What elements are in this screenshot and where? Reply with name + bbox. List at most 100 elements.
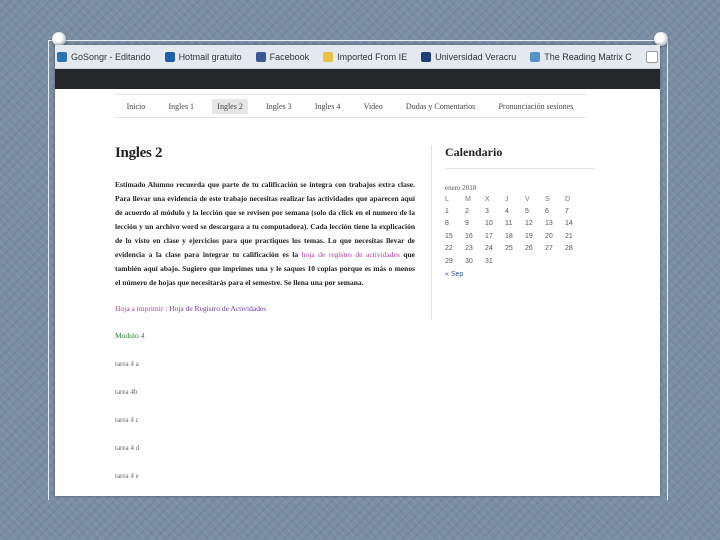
calendar-day [565, 255, 585, 268]
bookmark-item[interactable]: Universidad Veracru [419, 51, 517, 62]
task-list: tarea 4 a tarea 4b tarea 4 c tarea 4 d tarea… [115, 360, 415, 480]
calendar-day: 10 [485, 220, 493, 228]
bookmark-label: Facebook [269, 51, 310, 62]
nav-item[interactable]: Video [359, 99, 388, 114]
frame-line-right [667, 40, 668, 500]
nav-item[interactable]: Ingles 2 [212, 98, 248, 114]
bookmarks-bar: GoSongr - Editando Hotmail gratuito Facebo… [55, 45, 660, 69]
calendar-day: 26 [525, 245, 533, 253]
calendar-weekday: D [565, 195, 571, 203]
nav-item[interactable]: Ingles 1 [164, 99, 200, 114]
calendar-day: 5 [525, 207, 529, 215]
calendar-day: 9 [465, 220, 469, 228]
bookmark-item[interactable]: Retinguística Aplicad [644, 50, 660, 63]
calendar-day: 29 [445, 257, 453, 265]
calendar-weekday: V [525, 195, 530, 203]
calendar-day: 21 [565, 232, 573, 240]
bookmark-item[interactable]: GoSongr - Editando [55, 51, 151, 62]
bookmark-label: Imported From IE [337, 51, 408, 62]
intro-text-1: Estimado Alumno recuerda que parte de tu… [115, 180, 415, 259]
globe-icon [530, 51, 541, 62]
bookmark-item[interactable]: Hotmail gratuito [163, 51, 242, 62]
gosongr-icon [57, 51, 67, 62]
calendar-weekday: X [485, 195, 490, 203]
calendar-caption: enero 2018 [445, 184, 477, 192]
content-divider [431, 145, 432, 320]
calendar-day: 1 [445, 207, 449, 215]
bookmark-item[interactable]: Facebook [254, 51, 310, 62]
bookmark-item[interactable]: The Reading Matrix C [528, 51, 632, 62]
calendar-week: 8 9 10 11 12 13 14 [445, 218, 585, 231]
frame-line-left [48, 40, 49, 500]
print-sheet-line: Hoja a imprimir : Hoja de Registro de Ac… [115, 304, 415, 313]
calendar-day: 27 [545, 245, 553, 253]
calendar-week: 29 30 31 [445, 255, 585, 268]
folder-icon [323, 51, 334, 62]
nav-item[interactable]: Dudas y Comentarios [401, 99, 480, 114]
bookmark-label: The Reading Matrix C [544, 51, 632, 62]
task-link[interactable]: tarea 4 d [115, 444, 415, 452]
calendar-day: 23 [465, 245, 473, 253]
page-icon [645, 50, 658, 63]
calendar-weekday: L [445, 195, 449, 203]
calendar-day: 3 [485, 207, 489, 215]
calendar-days: 1 2 3 4 5 6 7 8 9 10 11 12 13 14 15 16 17 18 19 20 21 22 23 24 2… [445, 205, 585, 268]
frame-line-top [48, 40, 668, 41]
site-header-bar [55, 69, 660, 89]
calendar-day [525, 255, 545, 268]
task-link[interactable]: tarea 4b [115, 388, 415, 396]
calendar-week: 15 16 17 18 19 20 21 [445, 230, 585, 243]
bookmark-label: GoSongr - Editando [71, 51, 151, 62]
task-link[interactable]: tarea 4 a [115, 360, 415, 368]
calendar-day: 14 [565, 220, 573, 228]
calendar-day: 16 [465, 232, 473, 240]
calendar-day: 18 [505, 232, 513, 240]
calendar-day: 22 [445, 245, 453, 253]
calendar-day: 24 [485, 245, 493, 253]
calendar-prev-link[interactable]: « Sep [445, 271, 595, 278]
facebook-icon [255, 51, 266, 62]
intro-paragraph: Estimado Alumno recuerda que parte de tu… [115, 178, 415, 290]
nav-item[interactable]: Pronunciación sesiones [493, 99, 578, 114]
calendar-weekdays: LMXJVSD [445, 193, 585, 205]
nav-item[interactable]: Ingles 4 [310, 99, 346, 114]
task-link[interactable]: tarea 4 e [115, 472, 415, 480]
calendar-day: 31 [485, 257, 493, 265]
calendar-day: 30 [465, 257, 473, 265]
calendar-weekday: J [505, 195, 509, 203]
calendar-day: 11 [505, 220, 513, 228]
calendar-weekday: S [545, 195, 550, 203]
calendar-day: 20 [545, 232, 553, 240]
print-sheet-label: Hoja a imprimir : [115, 304, 168, 313]
calendar-day: 8 [445, 220, 449, 228]
calendar-day: 15 [445, 232, 453, 240]
bookmark-label: Universidad Veracru [435, 51, 517, 62]
calendar-day [505, 255, 525, 268]
site-nav: Inicio Ingles 1 Ingles 2 Ingles 3 Ingles 4 Vi… [115, 94, 585, 118]
calendar-day: 4 [505, 207, 509, 215]
pin-icon-right [654, 32, 668, 46]
calendar-day: 28 [565, 245, 573, 253]
calendar-day: 2 [465, 207, 469, 215]
nav-item[interactable]: Ingles 3 [261, 99, 297, 114]
activity-sheet-link[interactable]: hoja de registro de actividades [302, 250, 400, 259]
page-title: Ingles 2 [115, 145, 163, 161]
calendar-week: 1 2 3 4 5 6 7 [445, 205, 585, 218]
print-sheet-link[interactable]: Hoja de Registro de Actividades [169, 304, 266, 313]
calendar-day: 12 [525, 220, 533, 228]
calendar-day: 25 [505, 245, 513, 253]
bookmark-label: Hotmail gratuito [178, 51, 242, 62]
task-link[interactable]: tarea 4 c [115, 416, 415, 424]
sidebar: Calendario enero 2018 LMXJVSD 1234567891… [445, 145, 595, 278]
calendar-table: LMXJVSD 1 2 3 4 5 6 7 8 9 10 11 12 13 14 15 16 17 18 19 20 2… [445, 193, 585, 268]
calendar-day: 13 [545, 220, 553, 228]
module-link[interactable]: Modulo 4 [115, 331, 415, 340]
university-icon [421, 51, 432, 62]
nav-item[interactable]: Inicio [122, 99, 151, 114]
calendar-day: 19 [525, 232, 533, 240]
calendar-day [545, 255, 565, 268]
calendar-week: 22 23 24 25 26 27 28 [445, 243, 585, 256]
bookmark-item[interactable]: Imported From IE [321, 51, 408, 62]
calendar-weekday: M [465, 195, 471, 203]
outlook-icon [164, 51, 175, 62]
